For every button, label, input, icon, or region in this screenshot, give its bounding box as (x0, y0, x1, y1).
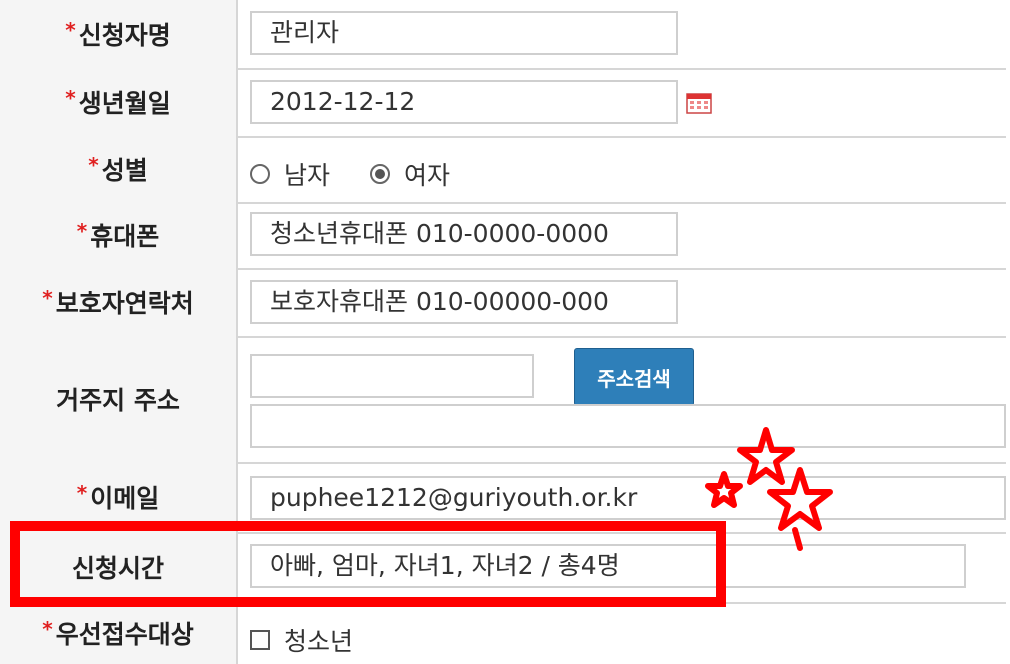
required-mark: * (65, 18, 76, 42)
required-mark: * (42, 286, 53, 310)
applicant-name-label-text: 신청자명 (78, 21, 171, 50)
zipcode-field[interactable] (250, 354, 534, 398)
stars-annotation (705, 427, 833, 551)
row-address: 거주지 주소 주소검색 (0, 336, 1006, 464)
row-gender: * 성별 남자 여자 (0, 136, 1006, 204)
birth-date-label: * 생년월일 (0, 68, 238, 136)
email-label-text: 이메일 (90, 484, 160, 513)
row-birth-date: * 생년월일 2012-12-12 (0, 68, 1006, 138)
radio-unchecked-icon (250, 164, 270, 184)
calendar-icon[interactable] (686, 92, 712, 114)
mobile-label: * 휴대폰 (0, 202, 238, 268)
gender-female-radio[interactable]: 여자 (370, 156, 450, 192)
row-guardian-contact: * 보호자연락처 보호자휴대폰 010-00000-000 (0, 268, 1006, 338)
priority-label: * 우선접수대상 (0, 602, 238, 664)
gender-male-radio[interactable]: 남자 (250, 156, 330, 192)
address-label: 거주지 주소 (0, 336, 238, 462)
radio-checked-icon (370, 164, 390, 184)
row-applicant-name: * 신청자명 관리자 (0, 0, 1006, 70)
guardian-contact-field[interactable]: 보호자휴대폰 010-00000-000 (250, 280, 678, 324)
birth-date-field[interactable]: 2012-12-12 (250, 80, 678, 124)
mobile-field[interactable]: 청소년휴대폰 010-0000-0000 (250, 212, 678, 256)
required-mark: * (76, 219, 88, 243)
address-search-button[interactable]: 주소검색 (574, 348, 694, 406)
guardian-contact-label-text: 보호자연락처 (55, 289, 194, 318)
mobile-label-text: 휴대폰 (90, 222, 160, 251)
priority-label-text: 우선접수대상 (55, 620, 194, 649)
gender-female-label: 여자 (404, 161, 451, 190)
highlight-box (10, 521, 726, 607)
address-label-text: 거주지 주소 (56, 386, 180, 415)
required-mark: * (88, 153, 99, 177)
required-mark: * (65, 86, 76, 110)
row-priority: * 우선접수대상 청소년 (0, 602, 1006, 664)
priority-youth-checkbox[interactable]: 청소년 (250, 622, 353, 658)
guardian-contact-label: * 보호자연락처 (0, 268, 238, 336)
priority-youth-label: 청소년 (284, 627, 354, 656)
email-field[interactable]: puphee1212@guriyouth.or.kr (250, 476, 1006, 520)
checkbox-unchecked-icon (250, 630, 270, 650)
gender-male-label: 남자 (284, 161, 331, 190)
applicant-name-label: * 신청자명 (0, 0, 238, 68)
address-detail-field[interactable] (250, 404, 1006, 448)
required-mark: * (76, 481, 88, 505)
applicant-name-field[interactable]: 관리자 (250, 11, 678, 55)
row-mobile: * 휴대폰 청소년휴대폰 010-0000-0000 (0, 202, 1006, 270)
gender-label-text: 성별 (101, 156, 148, 185)
birth-date-label-text: 생년월일 (78, 89, 171, 118)
gender-label: * 성별 (0, 136, 238, 202)
required-mark: * (42, 617, 53, 641)
